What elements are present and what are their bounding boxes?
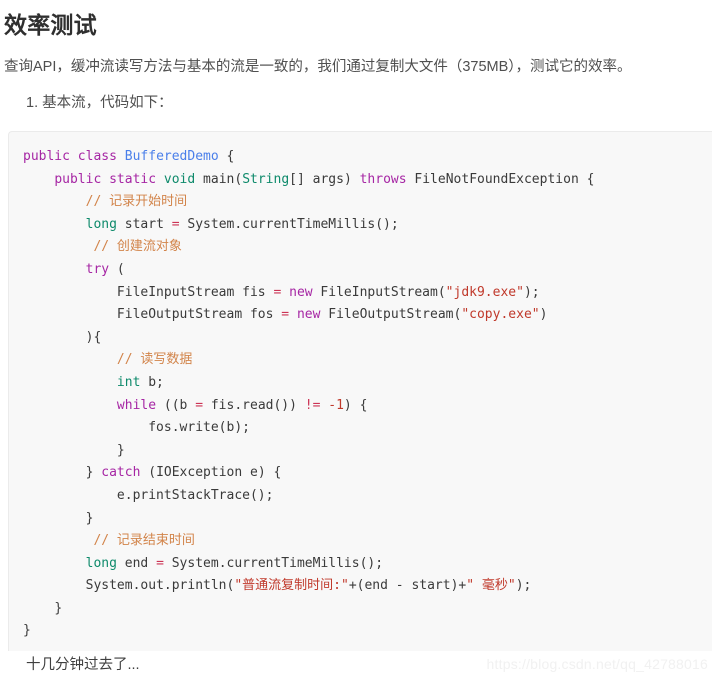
code-token: FileNotFoundException { xyxy=(406,171,595,187)
code-line: // 记录结束时间 xyxy=(23,533,195,549)
code-line: while ((b = fis.read()) != -1) { xyxy=(23,398,367,413)
tail-paragraph: 十几分钟过去了... xyxy=(26,657,140,673)
page-title: 效率测试 xyxy=(4,12,97,38)
code-token: " 毫秒" xyxy=(466,578,516,594)
code-content[interactable]: public class BufferedDemo { public stati… xyxy=(9,146,712,643)
code-token: "copy.exe" xyxy=(461,307,540,323)
code-token: // 记录结束时间 xyxy=(93,533,195,549)
code-token: = xyxy=(156,555,164,571)
code-token: String xyxy=(242,171,290,187)
code-token: start xyxy=(116,216,172,232)
code-token: = xyxy=(171,216,180,232)
code-line: e.printStackTrace(); xyxy=(23,487,274,503)
watermark-text: https://blog.csdn.net/qq_42788016 xyxy=(486,656,708,672)
code-line: public static void main(String[] args) t… xyxy=(23,172,594,187)
code-token: new xyxy=(296,307,321,323)
code-line: } xyxy=(23,443,125,458)
code-line: // 读写数据 xyxy=(23,352,192,367)
code-line: // 记录开始时间 xyxy=(23,194,187,209)
code-token: { xyxy=(218,149,235,164)
ordered-list-item-1: 1. 基本流，代码如下： xyxy=(26,95,173,111)
code-token: System.out.println( xyxy=(85,578,235,594)
code-token: } xyxy=(54,600,63,616)
code-line: } xyxy=(23,601,62,616)
code-token: try xyxy=(85,261,110,277)
code-token: = xyxy=(195,397,204,413)
code-token: b; xyxy=(140,374,164,390)
code-token: [] args) xyxy=(289,171,360,187)
code-token: fos.write(b); xyxy=(148,420,250,436)
code-token: } xyxy=(85,465,102,481)
code-token: +(end - start)+ xyxy=(348,578,467,594)
code-line: fos.write(b); xyxy=(23,420,250,435)
code-token: public xyxy=(23,149,70,164)
intro-paragraph: 查询API，缓冲流读写方法与基本的流是一致的，我们通过复制大文件（375MB），… xyxy=(4,59,632,75)
code-token: = xyxy=(281,307,290,323)
code-line: } xyxy=(23,510,94,526)
code-token: System.currentTimeMillis(); xyxy=(163,555,384,571)
code-token: } xyxy=(23,623,31,639)
code-token: -1 xyxy=(328,397,344,413)
code-token: while xyxy=(116,397,157,413)
code-token: ); xyxy=(523,284,540,300)
code-line: public class BufferedDemo { xyxy=(23,149,234,164)
code-token: class xyxy=(77,149,117,164)
code-line: System.out.println("普通流复制时间:"+(end - sta… xyxy=(23,578,532,594)
code-line: FileInputStream fis = new FileInputStrea… xyxy=(23,285,540,300)
code-token: end xyxy=(116,555,157,571)
code-block: public class BufferedDemo { public stati… xyxy=(8,131,712,652)
code-token: (IOException e) { xyxy=(140,465,282,481)
article-page: 效率测试 查询API，缓冲流读写方法与基本的流是一致的，我们通过复制大文件（37… xyxy=(0,0,712,690)
code-token: catch xyxy=(101,465,141,481)
code-line: long start = System.currentTimeMillis(); xyxy=(23,217,399,232)
code-token: FileOutputStream fos xyxy=(116,307,282,323)
code-token: FileOutputStream( xyxy=(320,307,462,323)
code-token: FileInputStream fis xyxy=(116,284,274,300)
code-token: != xyxy=(304,397,321,413)
code-token: long xyxy=(85,216,117,232)
code-token: static xyxy=(109,171,157,187)
code-token: ( xyxy=(109,261,125,277)
code-line: FileOutputStream fos = new FileOutputStr… xyxy=(23,307,548,323)
code-token: public xyxy=(54,171,102,187)
code-line: try ( xyxy=(23,262,125,277)
code-token: ){ xyxy=(85,329,102,345)
code-line: // 创建流对象 xyxy=(23,239,182,255)
code-token: fis.read()) xyxy=(203,397,305,413)
code-token: long xyxy=(85,555,117,571)
code-line: } catch (IOException e) { xyxy=(23,465,282,481)
code-token: } xyxy=(85,510,94,526)
code-token: ) xyxy=(539,307,548,323)
code-line: int b; xyxy=(23,375,164,390)
code-token: ); xyxy=(515,578,532,594)
code-token: // 读写数据 xyxy=(116,352,193,368)
code-token: ((b xyxy=(156,397,196,413)
code-line: ){ xyxy=(23,329,102,345)
code-token: BufferedDemo xyxy=(124,149,219,164)
code-token: new xyxy=(289,284,313,300)
code-token: // 创建流对象 xyxy=(93,239,182,255)
code-token: int xyxy=(116,374,141,390)
code-token: ) { xyxy=(343,397,368,413)
code-token: // 记录开始时间 xyxy=(85,194,188,210)
code-line: long end = System.currentTimeMillis(); xyxy=(23,556,383,571)
code-token: "普通流复制时间:" xyxy=(234,578,349,594)
code-token: } xyxy=(116,442,125,458)
code-line: } xyxy=(23,623,31,638)
code-token: void xyxy=(163,171,196,187)
code-token: main( xyxy=(195,171,243,187)
code-token: FileInputStream( xyxy=(312,284,446,300)
code-token: e.printStackTrace(); xyxy=(116,487,274,503)
code-token: "jdk9.exe" xyxy=(445,284,524,300)
code-token: throws xyxy=(359,171,407,187)
code-token: System.currentTimeMillis(); xyxy=(179,216,399,232)
